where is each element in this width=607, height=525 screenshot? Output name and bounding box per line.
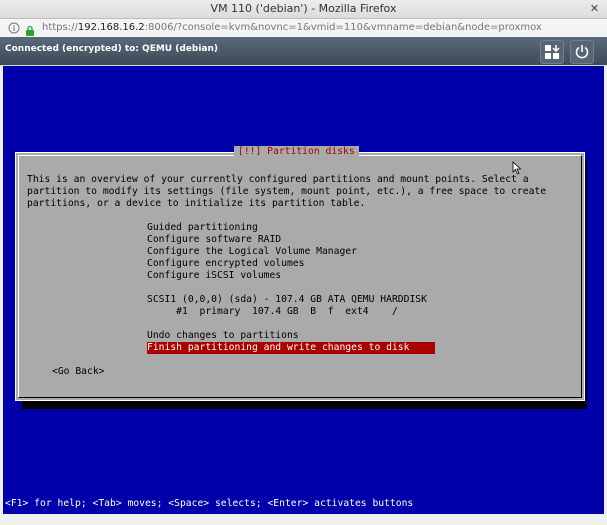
menu-software-raid[interactable]: Configure software RAID	[147, 234, 281, 246]
url-host: 192.168.16.2	[77, 22, 145, 33]
power-icon	[575, 45, 589, 59]
description-line-3: partitions, or a device to initialize it…	[27, 198, 366, 209]
menu-guided-partitioning[interactable]: Guided partitioning	[147, 222, 258, 234]
novnc-toolbar: Connected (encrypted) to: QEMU (debian)	[0, 37, 607, 65]
disk-entry[interactable]: SCSI1 (0,0,0) (sda) - 107.4 GB ATA QEMU …	[147, 294, 427, 306]
menu-iscsi-volumes[interactable]: Configure iSCSI volumes	[147, 270, 281, 282]
window-titlebar: VM 110 ('debian') - Mozilla Firefox ✕	[0, 0, 607, 19]
url-prefix: https://	[42, 22, 78, 33]
connection-status: Connected (encrypted) to: QEMU (debian)	[5, 44, 219, 54]
frame-bottom	[0, 514, 607, 525]
power-button[interactable]	[570, 40, 594, 64]
help-line: <F1> for help; <Tab> moves; <Space> sele…	[5, 498, 414, 509]
partition-entry[interactable]: #1 primary 107.4 GB B f ext4 /	[147, 306, 398, 318]
menu-finish-partitioning[interactable]: Finish partitioning and write changes to…	[147, 342, 435, 354]
extra-keys-button[interactable]	[540, 40, 564, 64]
description-line-2: partition to modify its settings (file s…	[27, 186, 547, 197]
menu-lvm[interactable]: Configure the Logical Volume Manager	[147, 246, 357, 258]
window-title: VM 110 ('debian') - Mozilla Firefox	[210, 2, 397, 15]
partition-dialog: [!!] Partition disks This is an overview…	[15, 146, 585, 401]
url-rest: :8006/?console=kvm&novnc=1&vmid=110&vmna…	[144, 22, 542, 33]
info-icon[interactable]	[8, 22, 20, 34]
description-line-1: This is an overview of your currently co…	[27, 174, 529, 185]
url-bar[interactable]: https://192.168.16.2:8006/?console=kvm&n…	[0, 19, 607, 38]
menu-undo-changes[interactable]: Undo changes to partitions	[147, 330, 299, 342]
go-back-button[interactable]: <Go Back>	[52, 366, 105, 378]
menu-encrypted-volumes[interactable]: Configure encrypted volumes	[147, 258, 304, 270]
dialog-title: [!!] Partition disks	[234, 146, 359, 157]
url-text[interactable]: https://192.168.16.2:8006/?console=kvm&n…	[42, 22, 542, 33]
close-icon[interactable]: ✕	[588, 2, 601, 15]
mouse-cursor-icon	[512, 161, 522, 175]
extra-keys-icon	[545, 45, 560, 59]
vm-console[interactable]: [!!] Partition disks This is an overview…	[3, 66, 604, 514]
lock-icon[interactable]	[24, 22, 36, 36]
